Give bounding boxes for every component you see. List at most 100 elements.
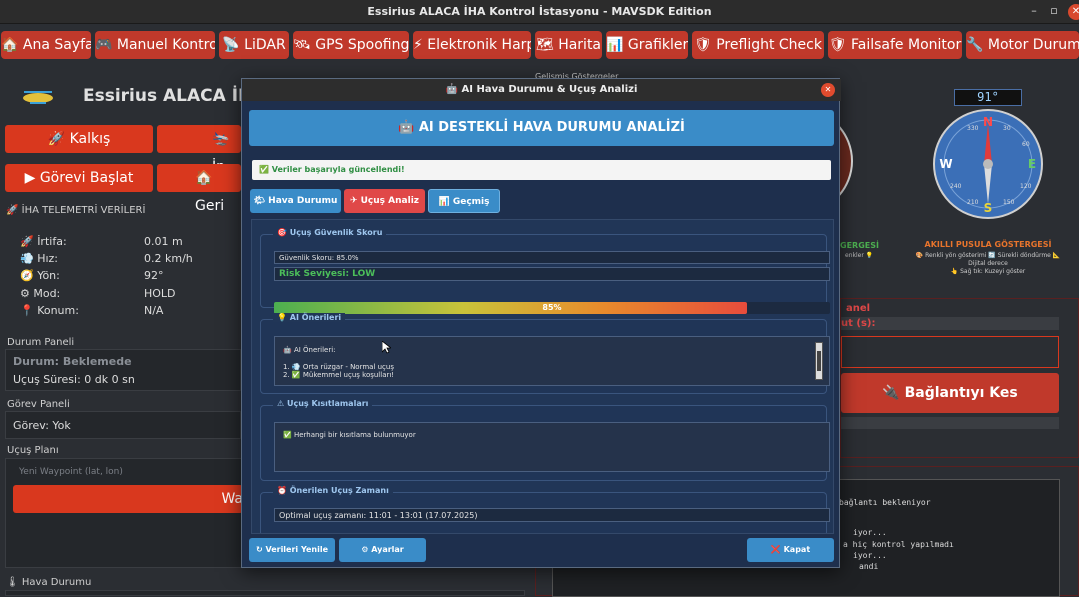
takeoff-button[interactable]: 🚀 Kalkış [5, 125, 153, 153]
attitude-gauge-partial [840, 126, 853, 196]
telemetry-title: 🚀 İHA TELEMETRİ VERİLERİ [6, 205, 146, 216]
timeout-input[interactable] [841, 336, 1059, 368]
ai-suggestion-2: 2. ✅ Mükemmel uçuş koşulları! [283, 371, 395, 379]
status-panel-title: Durum Paneli [7, 337, 75, 348]
log-line-2: iyor... [853, 528, 887, 537]
timeout-label: ut (s): [841, 318, 876, 329]
nav-electronic-warfare[interactable]: ⚡ Elektronik Harp [413, 31, 531, 59]
connection-status-bar [841, 417, 1059, 429]
waypoint-input[interactable]: Yeni Waypoint (lat, lon) [11, 461, 241, 483]
tab-history[interactable]: 📊 Geçmiş [428, 189, 500, 213]
ai-suggestions-scrollbar[interactable] [815, 342, 823, 380]
compass-tick-150: 150 [1003, 199, 1015, 206]
mission-panel: Görev: Yok [5, 411, 241, 439]
tab-weather[interactable]: 🌤 Hava Durumu [250, 189, 341, 213]
left-gauge-title: GERGESİ [840, 241, 879, 250]
position-value: N/A [144, 304, 164, 317]
risk-level-text: Risk Seviyesi: LOW [274, 267, 830, 281]
return-home-button[interactable]: 🏠 Geri [157, 164, 241, 214]
weather-panel [5, 590, 525, 596]
log-line-1: bağlantı bekleniyor [839, 498, 931, 507]
dialog-title: 🤖 AI Hava Durumu & Uçuş Analizi [242, 79, 841, 101]
compass-letter-w: W [939, 157, 952, 171]
altitude-label: 🚀 İrtifa: [20, 235, 67, 248]
nav-gps-spoofing[interactable]: 🛰 GPS Spoofing [293, 31, 409, 59]
altitude-value: 0.01 m [144, 235, 183, 248]
nav-charts[interactable]: 📊 Grafikler [606, 31, 688, 59]
compass-icon: N E S W 330 30 60 120 150 210 240 [933, 109, 1043, 219]
mouse-cursor-icon [382, 341, 391, 354]
telemetry-box: 🚀 İrtifa: 0.01 m 💨 Hız: 0.2 km/h 🧭 Yön: … [5, 218, 241, 330]
window-close-icon[interactable]: ✕ [1068, 4, 1079, 20]
nav-failsafe-monitor[interactable]: 🛡 Failsafe Monitor [828, 31, 962, 59]
weather-section-title: 🌡 Hava Durumu [6, 577, 92, 588]
flight-time-text: Optimal uçuş zamanı: 11:01 - 13:01 (17.0… [274, 508, 830, 522]
dialog-close-icon[interactable]: ✕ [821, 83, 835, 97]
nav-preflight-check[interactable]: 🛡 Preflight Check [692, 31, 824, 59]
nav-motor-status[interactable]: 🔧 Motor Durumu [966, 31, 1079, 59]
maximize-icon[interactable]: ▫ [1046, 4, 1062, 17]
compass-letter-e: E [1028, 157, 1036, 171]
drone-logo-icon [23, 91, 53, 104]
weather-analysis-dialog: 🤖 AI Hava Durumu & Uçuş Analizi ✕ 🤖 AI D… [241, 78, 841, 568]
land-button[interactable]: 🛬 İn [157, 125, 241, 175]
ai-suggestion-1: 1. 💨 Orta rüzgar - Normal uçuş [283, 363, 394, 371]
success-message: ✅ Veriler başarıyla güncellendi! [252, 160, 831, 180]
ai-suggestions-title: 💡 AI Önerileri [273, 313, 346, 322]
connection-panel: anel ut (s): 🔌 Bağlantıyı Kes [840, 298, 1079, 458]
ai-suggestions-box: 🤖 AI Önerileri: 1. 💨 Orta rüzgar - Norma… [274, 336, 830, 386]
add-waypoint-button[interactable]: Wa [13, 485, 243, 513]
mission-panel-title: Görev Paneli [7, 399, 70, 410]
log-line-3: a hiç kontrol yapılmadı [843, 540, 954, 549]
safety-score-title: 🎯 Uçuş Güvenlik Skoru [273, 228, 387, 237]
analysis-content: 🎯 Uçuş Güvenlik Skoru Güvenlik Skoru: 85… [251, 219, 834, 534]
ai-suggestions-header: 🤖 AI Önerileri: [283, 346, 336, 354]
speed-value: 0.2 km/h [144, 252, 193, 265]
flight-limits-group: ⚠ Uçuş Kısıtlamaları ✅ Herhangi bir kısı… [260, 399, 830, 481]
flight-time: Uçuş Süresi: 0 dk 0 sn [13, 373, 135, 386]
nav-map[interactable]: 🗺 Harita [535, 31, 602, 59]
compass-tick-330: 330 [967, 125, 979, 132]
start-mission-button[interactable]: ▶ Görevi Başlat [5, 164, 153, 192]
compass-title: AKILLI PUSULA GÖSTERGESİ [924, 240, 1052, 249]
compass-tick-210: 210 [967, 199, 979, 206]
safety-progress-bar: 85% [274, 302, 830, 314]
flight-time-group: ⏰ Önerilen Uçuş Zamanı Optimal uçuş zama… [260, 486, 830, 533]
window-title: Essirius ALACA İHA Kontrol İstasyonu - M… [367, 5, 712, 18]
status-text: Durum: Beklemede [13, 355, 132, 368]
flight-time-title: ⏰ Önerilen Uçuş Zamanı [273, 486, 393, 495]
mode-label: ⚙ Mod: [20, 287, 61, 300]
log-line-5: andi [859, 562, 879, 571]
close-dialog-button[interactable]: ❌ Kapat [747, 538, 834, 562]
window-titlebar: Essirius ALACA İHA Kontrol İstasyonu - M… [0, 0, 1079, 24]
nav-lidar[interactable]: 📡 LiDAR [219, 31, 289, 59]
heading-readout: 91° [954, 89, 1022, 106]
log-line-4: iyor... [853, 551, 887, 560]
mode-value: HOLD [144, 287, 176, 300]
nav-manual-control[interactable]: 🎮 Manuel Kontrol [95, 31, 215, 59]
safety-progress-label: 85% [542, 303, 562, 312]
mission-text: Görev: Yok [13, 419, 71, 432]
compass-note-1: 🎨 Renkli yön gösterimi 🔄 Sürekli döndürm… [915, 252, 1061, 259]
compass-tick-30: 30 [1003, 125, 1011, 132]
tab-flight-analysis[interactable]: ✈ Uçuş Analiz [344, 189, 425, 213]
nav-home[interactable]: 🏠 Ana Sayfa [1, 31, 91, 59]
minimize-icon[interactable]: – [1026, 4, 1042, 17]
refresh-data-button[interactable]: ↻ Verileri Yenile [249, 538, 335, 562]
safety-score-text: Güvenlik Skoru: 85.0% [274, 251, 830, 264]
flight-limits-title: ⚠ Uçuş Kısıtlamaları [273, 399, 373, 408]
heading-value: 92° [144, 269, 164, 282]
disconnect-button[interactable]: 🔌 Bağlantıyı Kes [841, 373, 1059, 413]
status-panel: Durum: Beklemede Uçuş Süresi: 0 dk 0 sn [5, 349, 241, 391]
flight-plan-title: Uçuş Planı [7, 445, 59, 456]
flight-limits-text: ✅ Herhangi bir kısıtlama bulunmuyor [274, 422, 830, 472]
left-gauge-subtitle: enkler 💡 [845, 252, 874, 259]
settings-button[interactable]: ⚙ Ayarlar [339, 538, 426, 562]
heading-label: 🧭 Yön: [20, 269, 60, 282]
compass-tick-240: 240 [950, 183, 962, 190]
compass-note-3: 👆 Sağ tık: Kuzeyi göster [950, 268, 1026, 275]
compass-note-2: Dijital derece [968, 260, 1008, 267]
dialog-banner: 🤖 AI DESTEKLİ HAVA DURUMU ANALİZİ [249, 110, 834, 146]
compass-tick-60: 60 [1022, 141, 1030, 148]
safety-score-group: 🎯 Uçuş Güvenlik Skoru Güvenlik Skoru: 85… [260, 228, 830, 314]
